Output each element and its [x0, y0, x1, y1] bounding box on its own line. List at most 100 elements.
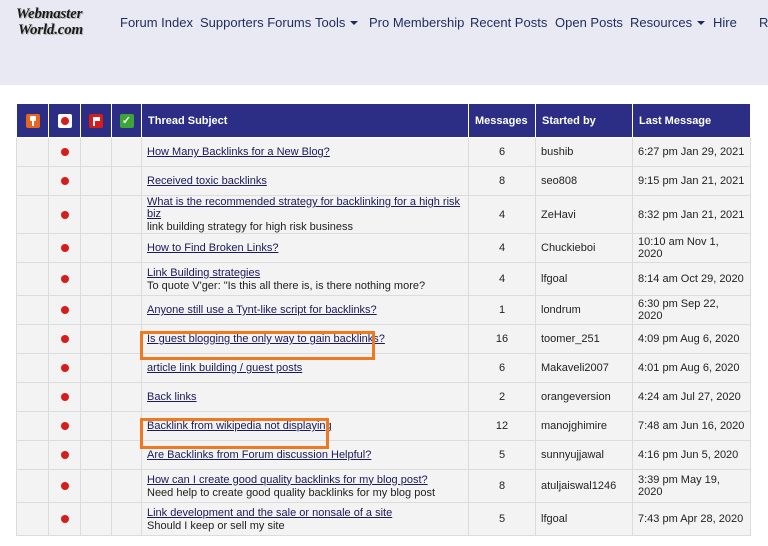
thread-link[interactable]: Received toxic backlinks [147, 175, 267, 187]
nav-label: Pro Membership [369, 15, 465, 30]
nav-tools[interactable]: Tools [315, 15, 359, 30]
started-by-user[interactable]: Makaveli2007 [535, 353, 633, 383]
started-by-user[interactable]: atuljaiswal1246 [535, 469, 633, 503]
status-column-header[interactable] [48, 103, 81, 138]
messages-count: 16 [468, 324, 536, 354]
flag-icon [89, 113, 103, 128]
thread-link[interactable]: Back links [147, 391, 197, 403]
thread-link[interactable]: Anyone still use a Tynt-like script for … [147, 304, 377, 316]
nav-open-posts[interactable]: Open Posts [555, 15, 623, 30]
last-message-time[interactable]: 4:01 pm Aug 6, 2020 [632, 353, 751, 383]
check-cell [111, 411, 142, 441]
thread-subtitle: link building strategy for high risk bus… [147, 221, 354, 233]
table-row: Received toxic backlinks 8 seo808 9:15 pm J… [16, 166, 751, 196]
last-message-time[interactable]: 4:09 pm Aug 6, 2020 [632, 324, 751, 354]
flag-cell [80, 233, 112, 263]
thread-subject-cell: Received toxic backlinks [141, 166, 469, 196]
thread-subject-cell: How Many Backlinks for a New Blog? [141, 137, 469, 167]
started-by-user[interactable]: manojghimire [535, 411, 633, 441]
started-by-user[interactable]: bushib [535, 137, 633, 167]
check-cell [111, 324, 142, 354]
nav-reg[interactable]: Reg [759, 15, 768, 30]
messages-count: 1 [468, 295, 536, 325]
started-by-user[interactable]: lfgoal [535, 502, 633, 536]
flag-cell [80, 382, 112, 412]
nav-label: Open Posts [555, 15, 623, 30]
site-logo[interactable]: Webmaster World.com [14, 6, 104, 42]
messages-count: 5 [468, 440, 536, 470]
thread-link[interactable]: Is guest blogging the only way to gain b… [147, 333, 385, 345]
nav-forum-index[interactable]: Forum Index [120, 15, 193, 30]
status-cell [48, 469, 81, 503]
messages-count: 4 [468, 195, 536, 234]
thread-link[interactable]: How to Find Broken Links? [147, 242, 278, 254]
nav-label: Resources [630, 15, 693, 30]
pin-cell [16, 469, 49, 503]
nav-supporters-forums[interactable]: Supporters Forums [200, 15, 311, 30]
started-by-user[interactable]: Chuckieboi [535, 233, 633, 263]
thread-subject-cell: How can I create good quality backlinks … [141, 469, 469, 503]
last-message-time[interactable]: 10:10 am Nov 1, 2020 [632, 233, 751, 263]
check-column-header[interactable]: ✓ [111, 103, 142, 138]
status-cell [48, 166, 81, 196]
thread-link[interactable]: Link Building strategies [147, 267, 260, 279]
thread-link[interactable]: article link building / guest posts [147, 362, 302, 374]
table-row: Link development and the sale or nonsale… [16, 502, 751, 536]
pin-icon [25, 113, 40, 128]
unread-dot-icon [60, 306, 69, 315]
status-cell [48, 233, 81, 263]
last-message-header[interactable]: Last Message [632, 103, 751, 138]
started-by-user[interactable]: ZeHavi [535, 195, 633, 234]
thread-link[interactable]: Link development and the sale or nonsale… [147, 507, 392, 519]
last-message-time[interactable]: 4:16 pm Jun 5, 2020 [632, 440, 751, 470]
messages-count: 4 [468, 233, 536, 263]
messages-count: 6 [468, 137, 536, 167]
started-by-user[interactable]: lfgoal [535, 262, 633, 296]
thread-link[interactable]: How can I create good quality backlinks … [147, 474, 428, 486]
started-by-user[interactable]: sunnyujjawal [535, 440, 633, 470]
thread-table: ✓ Thread Subject Messages Started by Las… [16, 103, 751, 536]
last-message-time[interactable]: 8:32 pm Jan 21, 2021 [632, 195, 751, 234]
started-by-user[interactable]: toomer_251 [535, 324, 633, 354]
unread-dot-icon [60, 244, 69, 253]
last-message-time[interactable]: 4:24 am Jul 27, 2020 [632, 382, 751, 412]
nav-resources[interactable]: Resources [630, 15, 706, 30]
flag-column-header[interactable] [80, 103, 112, 138]
started-by-user[interactable]: orangeversion [535, 382, 633, 412]
last-message-time[interactable]: 7:43 pm Apr 28, 2020 [632, 502, 751, 536]
thread-link[interactable]: How Many Backlinks for a New Blog? [147, 146, 330, 158]
nav-pro-membership[interactable]: Pro Membership [369, 15, 464, 30]
check-cell [111, 233, 142, 263]
thread-link[interactable]: Backlink from wikipedia not displaying [147, 420, 332, 432]
top-header: Webmaster World.com Forum Index Supporter… [0, 0, 768, 85]
started-by-user[interactable]: seo808 [535, 166, 633, 196]
thread-subject-cell: Link development and the sale or nonsale… [141, 502, 469, 536]
pin-cell [16, 382, 49, 412]
thread-subject-cell: What is the recommended strategy for bac… [141, 195, 469, 234]
nav-recent-posts[interactable]: Recent Posts [470, 15, 547, 30]
last-message-time[interactable]: 8:14 am Oct 29, 2020 [632, 262, 751, 296]
last-message-time[interactable]: 6:27 pm Jan 29, 2021 [632, 137, 751, 167]
check-cell [111, 137, 142, 167]
table-row: Anyone still use a Tynt-like script for … [16, 295, 751, 325]
messages-count: 5 [468, 502, 536, 536]
started-by-user[interactable]: londrum [535, 295, 633, 325]
last-message-time[interactable]: 3:39 pm May 19, 2020 [632, 469, 751, 503]
flag-cell [80, 502, 112, 536]
status-cell [48, 324, 81, 354]
messages-header[interactable]: Messages [468, 103, 536, 138]
subject-header[interactable]: Thread Subject [141, 103, 469, 138]
nav-hire[interactable]: Hire [713, 15, 737, 30]
last-message-time[interactable]: 6:30 pm Sep 22, 2020 [632, 295, 751, 325]
check-cell [111, 440, 142, 470]
nav-label: Forum Index [120, 15, 193, 30]
thread-link[interactable]: What is the recommended strategy for bac… [147, 196, 460, 220]
started-by-header[interactable]: Started by [535, 103, 633, 138]
pin-cell [16, 411, 49, 441]
thread-link[interactable]: Are Backlinks from Forum discussion Help… [147, 449, 371, 461]
pin-column-header[interactable] [16, 103, 49, 138]
messages-count: 4 [468, 262, 536, 296]
messages-count: 8 [468, 166, 536, 196]
last-message-time[interactable]: 9:15 pm Jan 21, 2021 [632, 166, 751, 196]
last-message-time[interactable]: 7:48 am Jun 16, 2020 [632, 411, 751, 441]
